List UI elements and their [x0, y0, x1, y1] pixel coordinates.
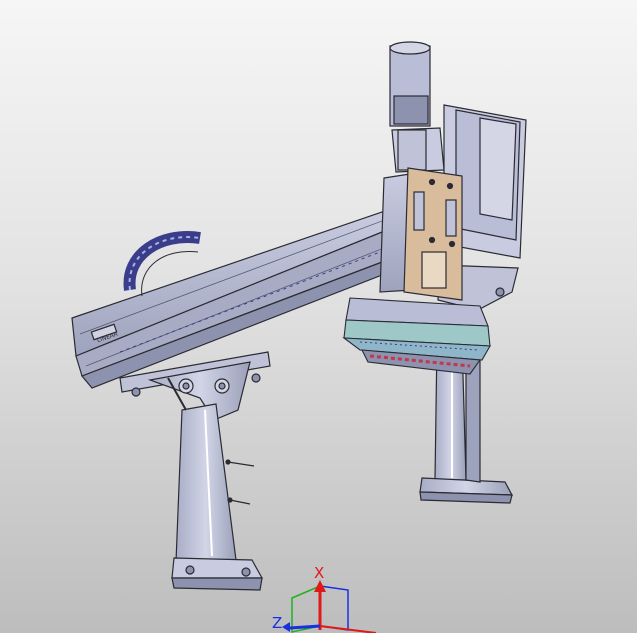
triad-plane-z	[319, 585, 349, 631]
left-support-leg	[119, 351, 271, 591]
carriage-plate[interactable]	[403, 167, 463, 301]
coordinate-triad[interactable]: X Z	[268, 566, 388, 633]
fastener-screws	[225, 459, 255, 505]
triad-z-label: Z	[272, 614, 282, 632]
triad-x-label: X	[314, 566, 324, 582]
gantry-robot-model[interactable]: LINEAR	[0, 0, 637, 633]
gripper-head[interactable]	[342, 297, 491, 375]
triad-x-axis	[314, 580, 377, 633]
cad-viewport[interactable]: LINEAR X Z	[0, 0, 637, 633]
